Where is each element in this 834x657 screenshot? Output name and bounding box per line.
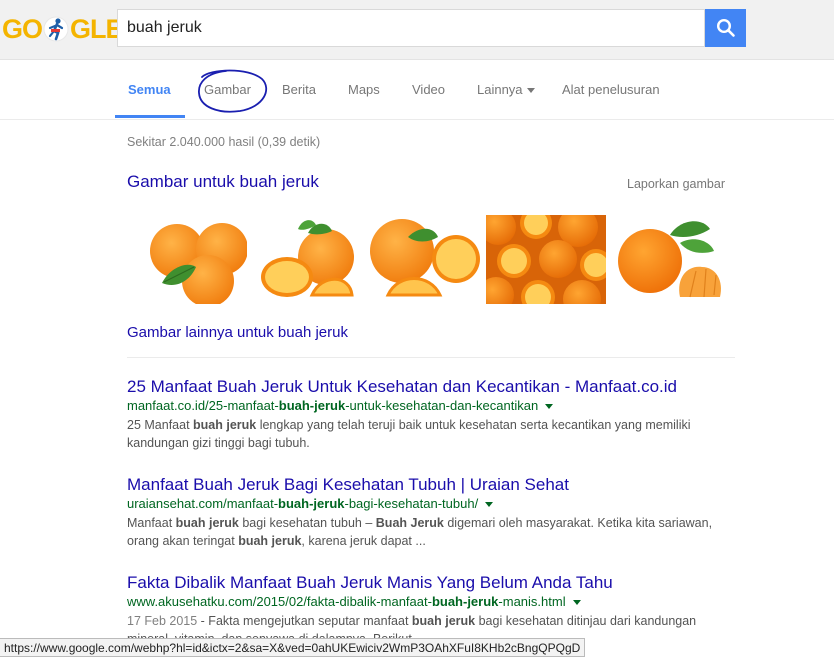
image-thumbnail[interactable] bbox=[610, 215, 727, 304]
snippet-highlight: buah jeruk bbox=[175, 516, 239, 530]
more-images-link[interactable]: Gambar lainnya untuk buah jeruk bbox=[127, 324, 348, 341]
runner-icon bbox=[43, 16, 69, 42]
images-heading-link[interactable]: Gambar untuk buah jeruk bbox=[127, 172, 319, 192]
snippet-highlight: buah jeruk bbox=[238, 534, 302, 548]
url-part: -untuk-kesehatan-dan-kecantikan bbox=[345, 398, 539, 413]
logo-text-right: GLE bbox=[70, 14, 124, 44]
snippet-text: Manfaat bbox=[127, 516, 176, 530]
tab-lainnya[interactable]: Lainnya bbox=[477, 82, 535, 97]
tab-maps[interactable]: Maps bbox=[348, 82, 380, 97]
result-url-text: www.akusehatku.com/2015/02/fakta-dibalik… bbox=[127, 594, 566, 610]
result-url-text: manfaat.co.id/25-manfaat-buah-jeruk-untu… bbox=[127, 398, 538, 414]
snippet-highlight: buah jeruk bbox=[193, 418, 257, 432]
result-url: uraiansehat.com/manfaat-buah-jeruk-bagi-… bbox=[127, 496, 767, 512]
result-stats: Sekitar 2.040.000 hasil (0,39 detik) bbox=[127, 135, 321, 149]
tab-lainnya-label: Lainnya bbox=[477, 82, 523, 97]
result-url: manfaat.co.id/25-manfaat-buah-jeruk-untu… bbox=[127, 398, 767, 414]
result-title-link[interactable]: Manfaat Buah Jeruk Bagi Kesehatan Tubuh … bbox=[127, 474, 767, 496]
url-part: -manis.html bbox=[498, 594, 566, 609]
result-date: 17 Feb 2015 bbox=[127, 614, 198, 628]
snippet-text: bagi kesehatan tubuh – bbox=[238, 516, 376, 530]
url-highlight: buah-jeruk bbox=[431, 594, 499, 609]
report-images-link[interactable]: Laporkan gambar bbox=[627, 177, 725, 191]
result-title-link[interactable]: Fakta Dibalik Manfaat Buah Jeruk Manis Y… bbox=[127, 572, 767, 594]
orange-image bbox=[370, 219, 480, 297]
result-title-link[interactable]: 25 Manfaat Buah Jeruk Untuk Kesehatan da… bbox=[127, 376, 767, 398]
snippet-highlight: buah jeruk bbox=[411, 614, 476, 628]
orange-image bbox=[618, 221, 722, 298]
url-dropdown-arrow-icon[interactable] bbox=[485, 501, 494, 507]
snippet-text: 25 Manfaat bbox=[127, 418, 194, 432]
url-part: manfaat.co.id/25-manfaat- bbox=[127, 398, 279, 413]
active-tab-indicator bbox=[115, 115, 185, 118]
search-icon bbox=[716, 18, 735, 37]
section-divider bbox=[127, 357, 735, 358]
snippet-text: - Fakta mengejutkan seputar manfaat bbox=[197, 614, 412, 628]
image-thumbnail[interactable] bbox=[368, 215, 482, 304]
result-snippet: Manfaat buah jeruk bagi kesehatan tubuh … bbox=[127, 514, 727, 550]
image-thumbnail[interactable] bbox=[150, 215, 247, 304]
url-highlight: buah-jeruk bbox=[278, 496, 345, 511]
search-result: Fakta Dibalik Manfaat Buah Jeruk Manis Y… bbox=[127, 572, 767, 648]
url-part: -bagi-kesehatan-tubuh/ bbox=[344, 496, 479, 511]
search-tabs: Semua Gambar Berita Maps Video Lainnya A… bbox=[0, 60, 834, 120]
url-dropdown-arrow-icon[interactable] bbox=[545, 403, 554, 409]
snippet-text: , karena jeruk dapat ... bbox=[301, 534, 426, 548]
google-doodle-logo[interactable]: GO GLE bbox=[2, 14, 124, 44]
top-bar: GO GLE bbox=[0, 0, 834, 60]
search-button[interactable] bbox=[705, 9, 746, 47]
search-result: Manfaat Buah Jeruk Bagi Kesehatan Tubuh … bbox=[127, 474, 767, 550]
image-thumbnail[interactable] bbox=[252, 215, 363, 304]
url-highlight: buah-jeruk bbox=[278, 398, 346, 413]
result-url-text: uraiansehat.com/manfaat-buah-jeruk-bagi-… bbox=[127, 496, 478, 512]
tab-video[interactable]: Video bbox=[412, 82, 445, 97]
snippet-highlight: Buah Jeruk bbox=[375, 516, 444, 530]
search-box[interactable] bbox=[117, 9, 705, 47]
search-result: 25 Manfaat Buah Jeruk Untuk Kesehatan da… bbox=[127, 376, 767, 452]
tab-semua[interactable]: Semua bbox=[128, 82, 171, 97]
image-thumbnail[interactable] bbox=[486, 215, 606, 304]
logo-text-left: GO bbox=[2, 14, 43, 44]
search-input[interactable] bbox=[127, 10, 687, 46]
url-dropdown-arrow-icon[interactable] bbox=[572, 599, 581, 605]
browser-status-bar: https://www.google.com/webhp?hl=id&ictx=… bbox=[0, 638, 586, 657]
caret-down-icon bbox=[526, 88, 535, 94]
tab-gambar[interactable]: Gambar bbox=[204, 82, 251, 97]
orange-image bbox=[150, 223, 247, 304]
url-part: uraiansehat.com/manfaat- bbox=[127, 496, 279, 511]
tab-berita[interactable]: Berita bbox=[282, 82, 316, 97]
result-url: www.akusehatku.com/2015/02/fakta-dibalik… bbox=[127, 594, 767, 610]
orange-image bbox=[486, 215, 606, 304]
tab-alat-penelusuran[interactable]: Alat penelusuran bbox=[562, 82, 660, 97]
url-part: www.akusehatku.com/2015/02/fakta-dibalik… bbox=[127, 594, 432, 609]
orange-image bbox=[261, 220, 354, 297]
result-snippet: 25 Manfaat buah jeruk lengkap yang telah… bbox=[127, 416, 727, 452]
